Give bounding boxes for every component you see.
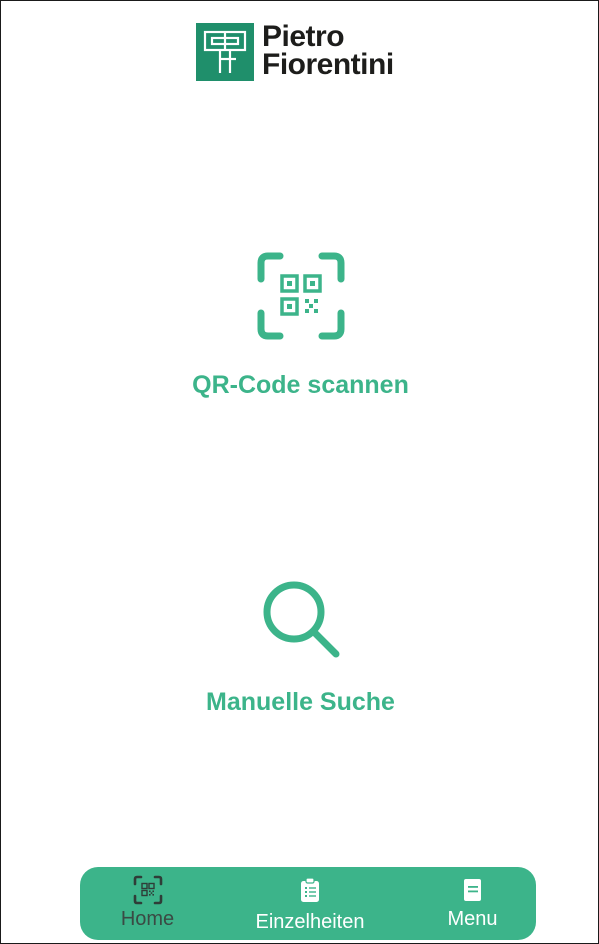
brand-logo: Pietro Fiorentini: [196, 20, 394, 81]
brand-name-line1: Pietro: [262, 20, 345, 53]
app-screen: Pietro Fiorentini QR-Code scannen Manuel…: [0, 0, 599, 944]
clipboard-icon: [301, 877, 319, 902]
nav-label-details: Einzelheiten: [255, 911, 365, 933]
qr-scan-icon: [257, 252, 344, 340]
search-icon: [263, 581, 339, 658]
pietro-fiorentini-logo-icon: [196, 23, 254, 81]
bottom-navigation: Home Einzelheiten Menu: [80, 867, 536, 940]
nav-tab-home[interactable]: Home: [110, 867, 185, 931]
qr-scan-icon: [133, 875, 162, 905]
nav-label-home: Home: [120, 908, 175, 930]
nav-tab-menu[interactable]: Menu: [435, 867, 510, 931]
nav-label-menu: Menu: [447, 908, 498, 930]
manual-search-label: Manuelle Suche: [206, 688, 395, 716]
qr-scan-button[interactable]: QR-Code scannen: [1, 251, 599, 400]
qr-scan-label: QR-Code scannen: [192, 371, 409, 399]
manual-search-button[interactable]: Manuelle Suche: [1, 576, 599, 717]
nav-tab-details[interactable]: Einzelheiten: [245, 867, 375, 934]
brand-name-line2: Fiorentini: [262, 48, 394, 81]
document-icon: [463, 879, 481, 901]
